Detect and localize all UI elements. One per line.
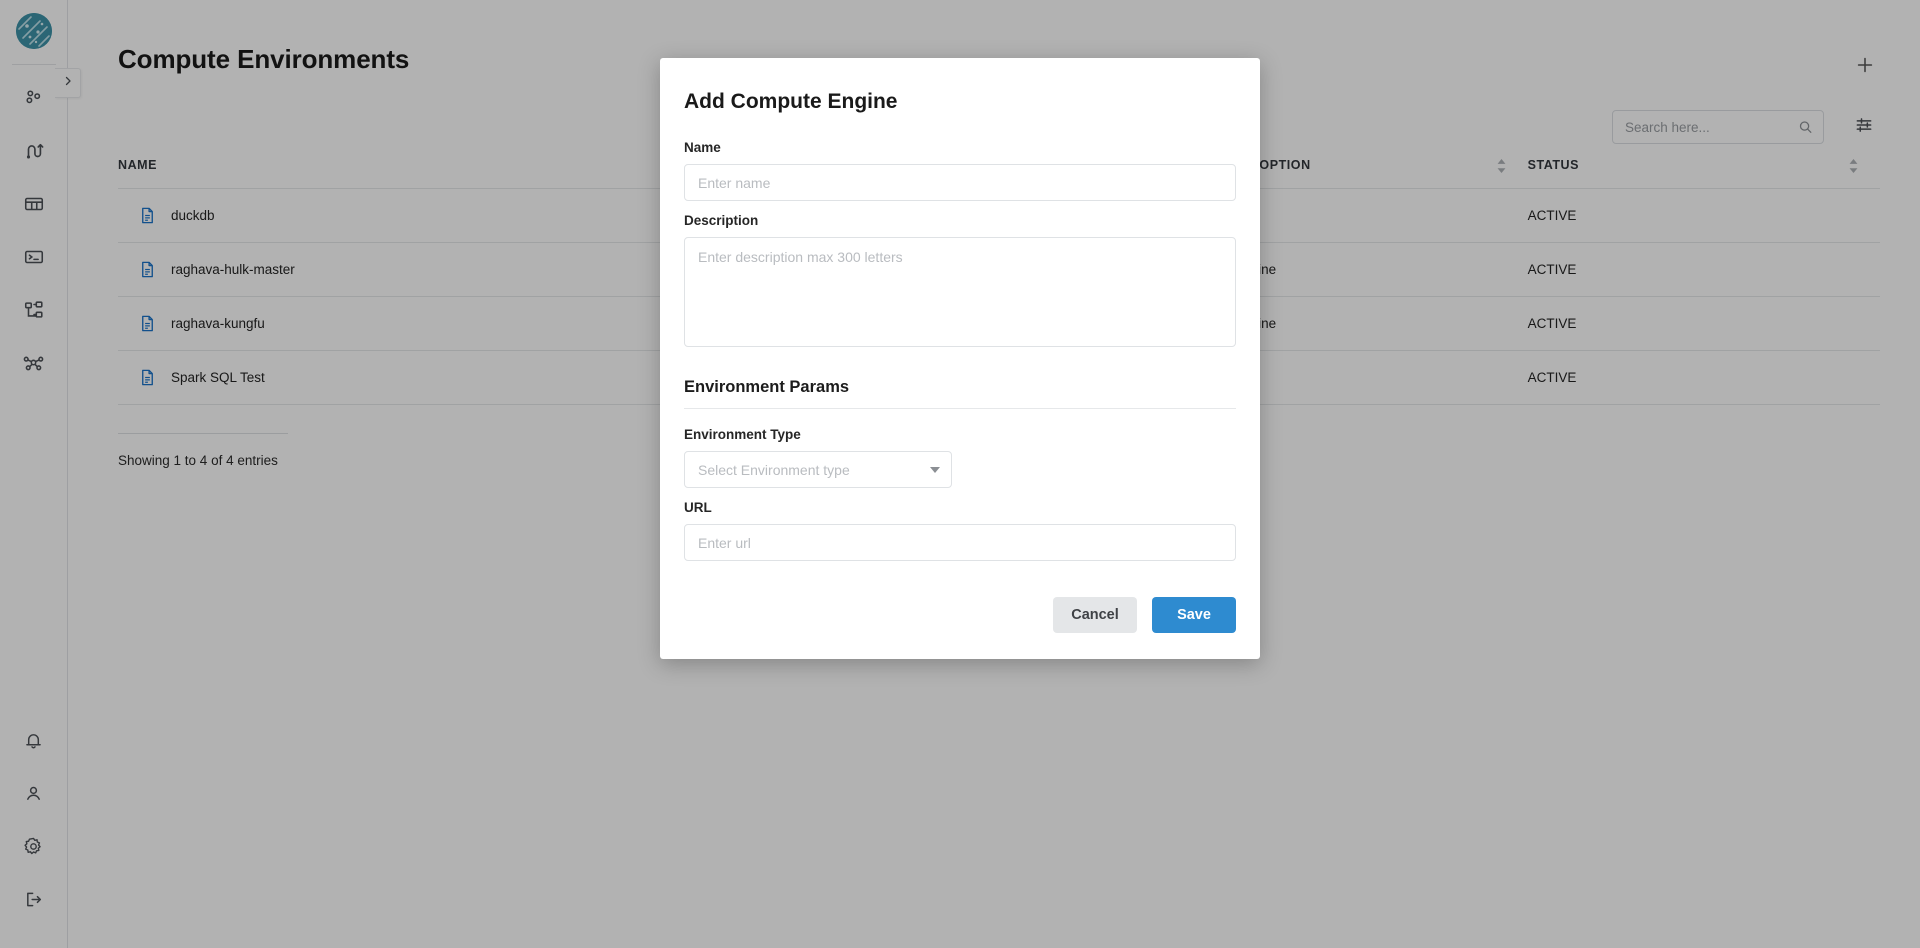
chevron-down-icon [930, 466, 940, 473]
dialog-title: Add Compute Engine [684, 90, 898, 113]
environment-type-field-group: Environment Type Select Environment type [684, 427, 1236, 488]
url-input[interactable] [684, 524, 1236, 561]
dialog-actions: Cancel Save [684, 597, 1236, 633]
url-field-group: URL [684, 500, 1236, 561]
url-label: URL [684, 500, 712, 515]
environment-params-heading: Environment Params [684, 378, 1236, 409]
name-label: Name [684, 140, 721, 155]
description-label: Description [684, 213, 759, 228]
name-field-group: Name [684, 140, 1236, 201]
app-root: Compute Environments Search here... NAME… [0, 0, 1920, 948]
environment-type-select[interactable]: Select Environment type [684, 451, 952, 488]
environment-type-selected-value: Select Environment type [698, 461, 850, 478]
add-compute-engine-dialog: Add Compute Engine Name Description Envi… [660, 58, 1260, 659]
environment-type-label: Environment Type [684, 427, 801, 442]
name-input[interactable] [684, 164, 1236, 201]
save-button[interactable]: Save [1152, 597, 1236, 633]
description-field-group: Description [684, 213, 1236, 352]
cancel-button[interactable]: Cancel [1053, 597, 1137, 633]
description-textarea[interactable] [684, 237, 1236, 347]
